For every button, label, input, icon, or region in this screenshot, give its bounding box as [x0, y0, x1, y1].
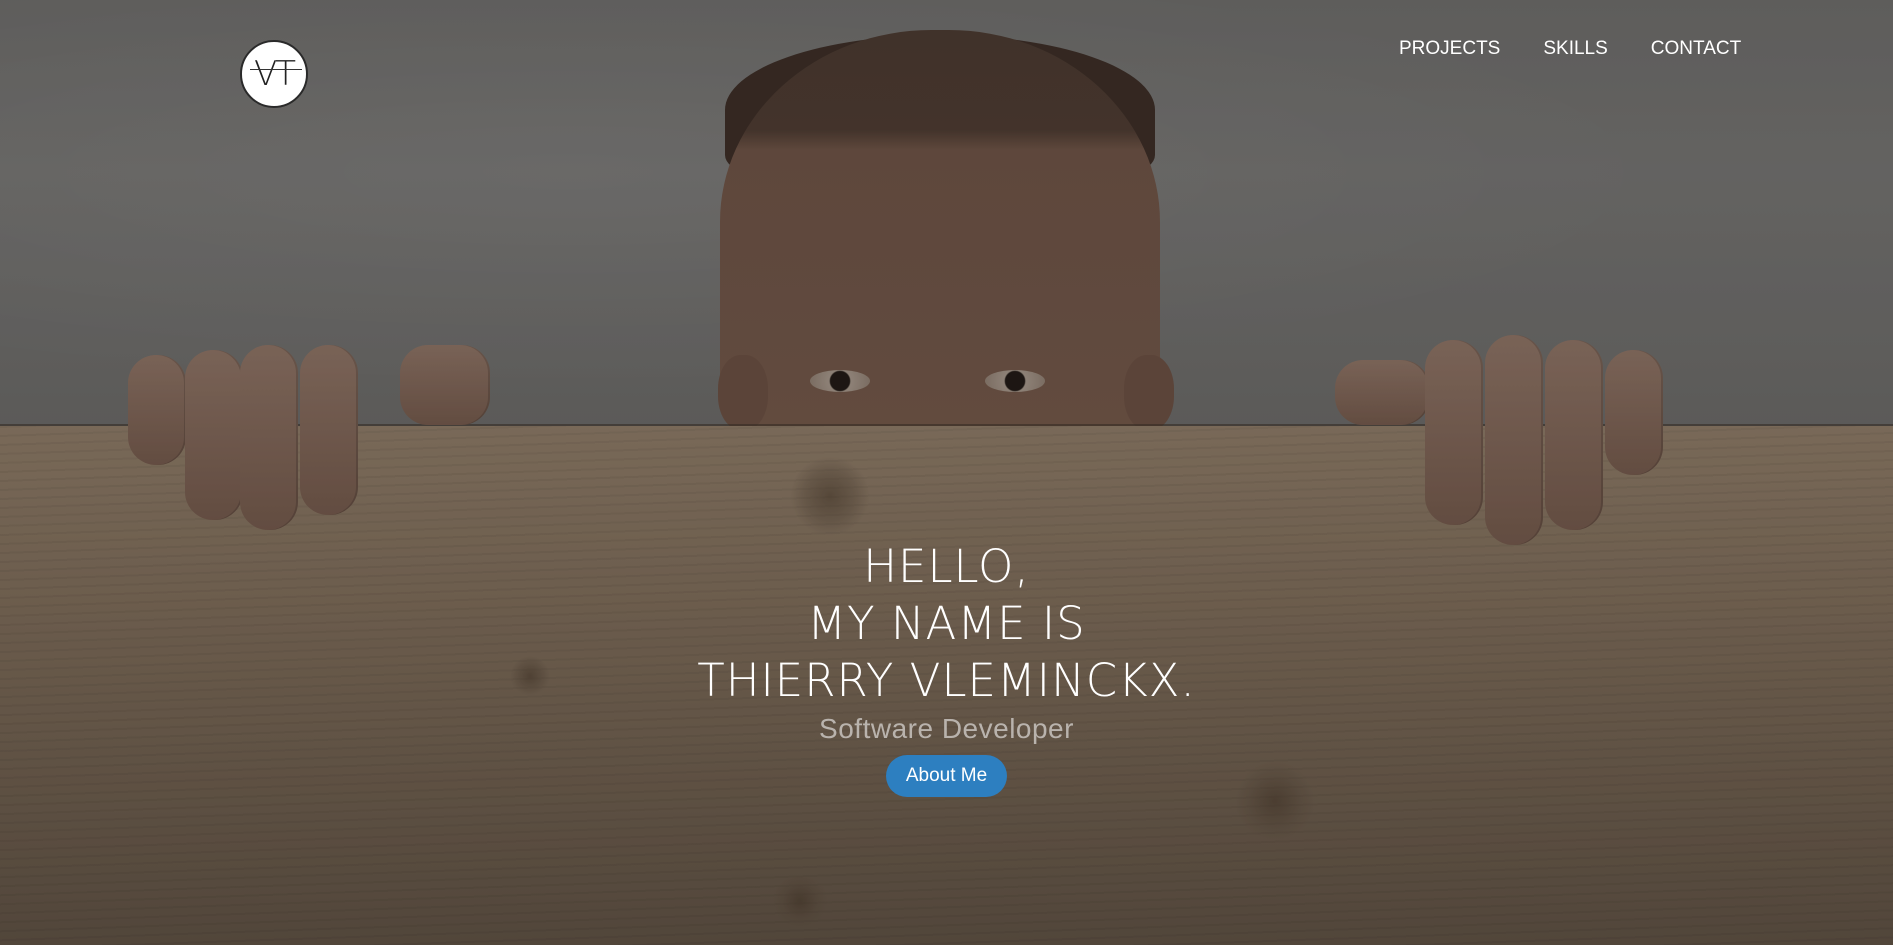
logo[interactable]: VT — [240, 40, 308, 108]
dark-overlay — [0, 0, 1893, 945]
hero-name-line: THIERRY VLEMINCKX. — [697, 654, 1196, 707]
hero-text: HELLO, MY NAME IS THIERRY VLEMINCKX. Sof… — [0, 538, 1893, 797]
hero-greeting-line: HELLO, — [863, 540, 1030, 593]
nav-projects-link[interactable]: PROJECTS — [1399, 38, 1500, 60]
logo-text: VT — [253, 54, 296, 94]
nav-contact-link[interactable]: CONTACT — [1651, 38, 1741, 60]
hero-intro-line: MY NAME IS — [807, 597, 1086, 650]
nav-skills-link[interactable]: SKILLS — [1543, 38, 1607, 60]
hero-subtitle: Software Developer — [819, 713, 1074, 744]
hero-section: VT PROJECTS SKILLS CONTACT HELLO, MY NAM… — [0, 0, 1893, 945]
logo-bar — [250, 69, 302, 70]
main-nav: PROJECTS SKILLS CONTACT — [1399, 38, 1741, 60]
about-me-button[interactable]: About Me — [885, 755, 1008, 797]
